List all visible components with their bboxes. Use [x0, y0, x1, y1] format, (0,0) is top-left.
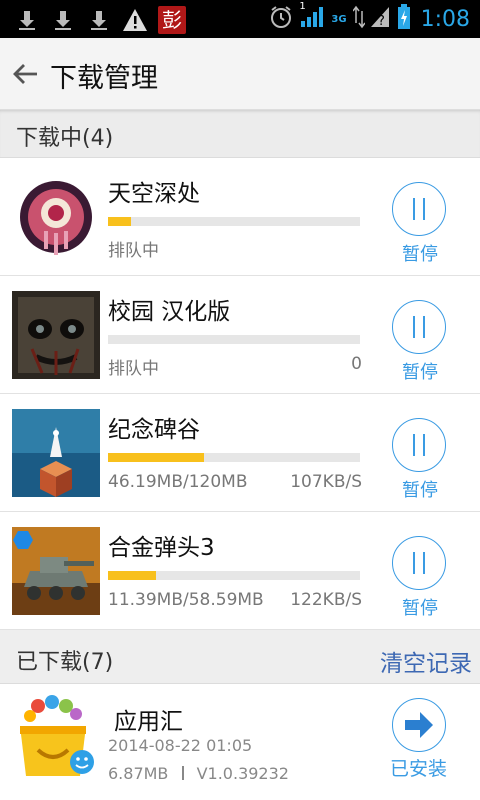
alarm-icon: [269, 5, 293, 33]
download-status: 排队中: [108, 241, 159, 261]
progress-fill: [108, 571, 156, 580]
download-size: 11.39MB/58.59MB: [108, 590, 264, 610]
divider: [181, 766, 184, 780]
back-button[interactable]: [8, 56, 42, 92]
svg-text:?: ?: [378, 14, 385, 29]
app-size: 6.87MB: [108, 764, 169, 783]
app-meta: 6.87MB V1.0.39232: [108, 764, 289, 783]
arrow-right-icon: [405, 712, 433, 738]
app-header: 下载管理: [0, 38, 480, 110]
pause-button[interactable]: [392, 300, 446, 354]
download-speed: 107KB/S: [290, 472, 362, 492]
signal-icon: 1: [299, 1, 325, 33]
download-item[interactable]: 纪念碑谷 46.19MB/120MB 107KB/S 暂停: [0, 394, 480, 512]
installed-label[interactable]: 已安装: [390, 754, 447, 781]
signal-unknown-icon: ?: [370, 5, 391, 33]
battery-icon: [397, 4, 411, 34]
pause-button[interactable]: [392, 182, 446, 236]
downloaded-section-header: 已下载(7) 清空记录: [0, 630, 480, 684]
app-icon-metal-slug: [12, 527, 100, 615]
downloaded-item[interactable]: 应用汇 2014-08-22 01:05 6.87MB V1.0.39232 已…: [0, 684, 480, 800]
download-size: 46.19MB/120MB: [108, 472, 248, 492]
app-icon-appchina: [12, 694, 100, 782]
app-name: 校园 汉化版: [108, 299, 231, 325]
app-icon-monument-valley: [12, 409, 100, 497]
pause-button[interactable]: [392, 418, 446, 472]
downloading-section-header: 下载中(4): [0, 110, 480, 158]
download-status: 排队中: [108, 359, 159, 379]
download-item[interactable]: 合金弹头3 11.39MB/58.59MB 122KB/S 暂停: [0, 512, 480, 630]
app-name: 合金弹头3: [108, 535, 215, 561]
network-type: 3G: [331, 13, 347, 25]
status-bar: 彭 1 3G ? 1:08: [0, 0, 480, 38]
data-transfer-icon: [351, 5, 366, 33]
download-item[interactable]: 校园 汉化版 排队中 0 暂停: [0, 276, 480, 394]
clock: 1:08: [420, 6, 470, 32]
clear-history-button[interactable]: 清空记录: [380, 644, 472, 678]
app-name: 天空深处: [108, 181, 200, 207]
downloaded-section-title: 已下载(7): [16, 650, 114, 675]
sim-index: 1: [299, 1, 306, 12]
download-speed: 122KB/S: [290, 590, 362, 610]
downloading-section-title: 下载中(4): [16, 126, 114, 151]
app-icon-sky: [12, 173, 100, 261]
page-title: 下载管理: [50, 63, 158, 94]
progress-fill: [108, 453, 204, 462]
app-name: 应用汇: [114, 709, 183, 735]
progress-fill: [108, 217, 131, 226]
download-speed: 0: [351, 354, 362, 374]
pause-label[interactable]: 暂停: [402, 476, 438, 502]
progress-bar: [108, 335, 360, 344]
download-item[interactable]: 天空深处 排队中 暂停: [0, 158, 480, 276]
download-date: 2014-08-22 01:05: [108, 736, 253, 755]
warning-icon: [122, 7, 148, 33]
app-name: 纪念碑谷: [108, 417, 200, 443]
pause-label[interactable]: 暂停: [402, 358, 438, 384]
download-icon: [50, 7, 76, 33]
pause-label[interactable]: 暂停: [402, 240, 438, 266]
back-arrow-icon: [13, 64, 37, 84]
app-notification-icon: 彭: [158, 6, 186, 34]
app-version: V1.0.39232: [196, 764, 289, 783]
progress-bar: [108, 453, 360, 462]
app-icon-campus: [12, 291, 100, 379]
installed-button[interactable]: [392, 698, 446, 752]
progress-bar: [108, 217, 360, 226]
download-icon: [86, 7, 112, 33]
download-icon: [14, 7, 40, 33]
progress-bar: [108, 571, 360, 580]
pause-button[interactable]: [392, 536, 446, 590]
pause-label[interactable]: 暂停: [402, 594, 438, 620]
